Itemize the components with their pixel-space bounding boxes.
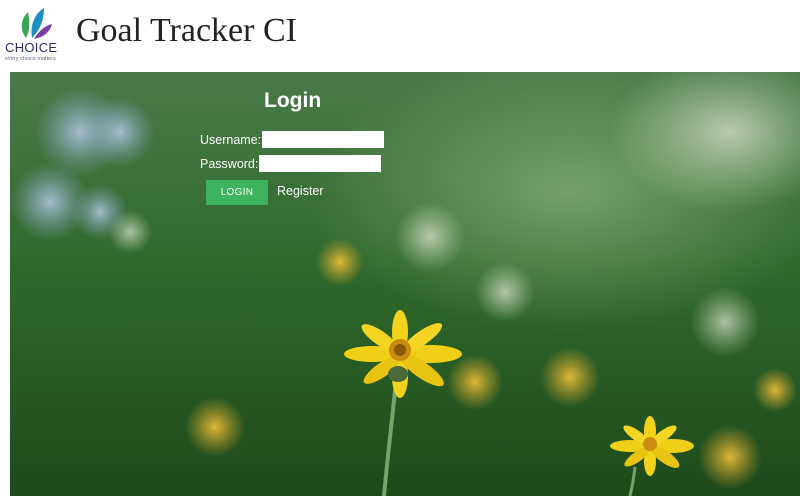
flower-field-background-image xyxy=(10,72,800,496)
password-label: Password: xyxy=(200,157,259,171)
app-title: Goal Tracker CI xyxy=(76,12,297,49)
logo-tagline: every choice matters xyxy=(5,56,56,62)
login-button[interactable]: LOGIN xyxy=(206,180,268,205)
login-title: Login xyxy=(264,89,322,112)
register-link[interactable]: Register xyxy=(277,184,324,198)
logo-wordmark: CHOICE xyxy=(5,40,58,55)
login-hero-panel: Login Username: Password: LOGIN Register xyxy=(10,72,800,496)
password-input[interactable] xyxy=(259,155,381,172)
username-input[interactable] xyxy=(262,131,384,148)
app-header: CHOICE every choice matters Goal Tracker… xyxy=(0,0,800,72)
leaf-logo-icon xyxy=(21,8,52,39)
choice-logo: CHOICE every choice matters xyxy=(4,4,64,64)
username-label: Username: xyxy=(200,133,262,147)
